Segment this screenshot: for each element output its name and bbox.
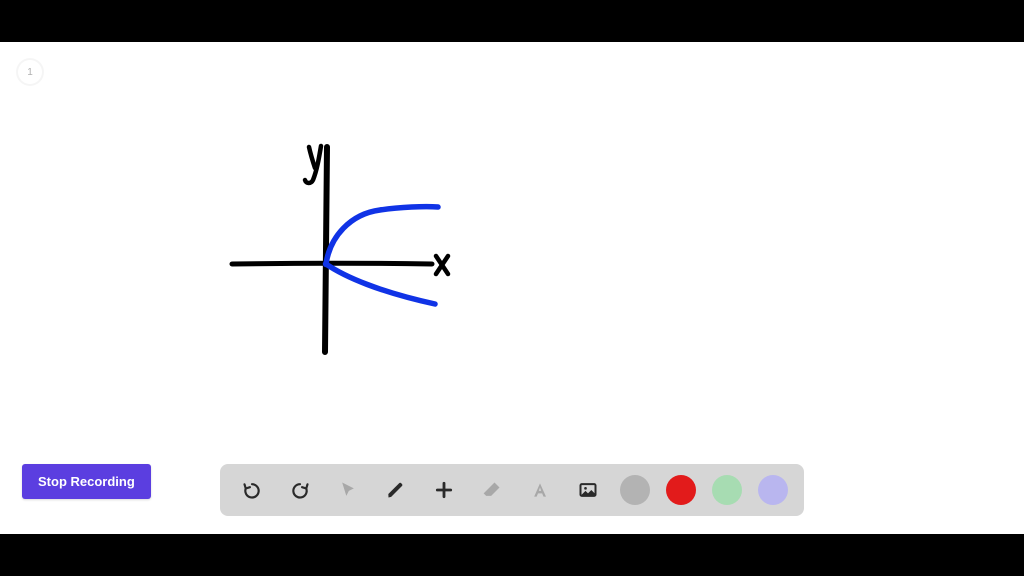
y-axis-label: [305, 146, 321, 183]
image-icon: [578, 477, 598, 503]
curve-origin-point: [323, 261, 329, 267]
eraser-tool-button[interactable]: [476, 474, 508, 506]
drawing-canvas[interactable]: [0, 42, 1024, 534]
text-tool-button[interactable]: [524, 474, 556, 506]
pointer-icon: [338, 477, 358, 503]
stop-recording-button[interactable]: Stop Recording: [22, 464, 151, 499]
letterbox-bottom: [0, 534, 1024, 576]
y-axis-line: [325, 147, 327, 352]
color-red-swatch[interactable]: [666, 475, 696, 505]
image-tool-button[interactable]: [572, 474, 604, 506]
redo-button[interactable]: [284, 474, 316, 506]
pen-tool-button[interactable]: [380, 474, 412, 506]
redo-icon: [290, 477, 310, 503]
text-icon: [530, 477, 550, 503]
color-gray-swatch[interactable]: [620, 475, 650, 505]
pen-icon: [386, 477, 406, 503]
x-axis-label: [436, 256, 448, 274]
color-purple-swatch[interactable]: [758, 475, 788, 505]
whiteboard-stage: 1 Stop Recording: [0, 42, 1024, 534]
undo-button[interactable]: [236, 474, 268, 506]
letterbox-top: [0, 0, 1024, 42]
plus-icon: [434, 477, 454, 503]
curve-upper-branch: [326, 207, 438, 264]
color-green-swatch[interactable]: [712, 475, 742, 505]
pointer-tool-button[interactable]: [332, 474, 364, 506]
eraser-icon: [482, 477, 502, 503]
sketch-svg: [0, 42, 1024, 534]
x-axis-line: [232, 263, 432, 264]
add-button[interactable]: [428, 474, 460, 506]
curve-lower-branch: [326, 264, 435, 304]
toolbar: [220, 464, 804, 516]
undo-icon: [242, 477, 262, 503]
